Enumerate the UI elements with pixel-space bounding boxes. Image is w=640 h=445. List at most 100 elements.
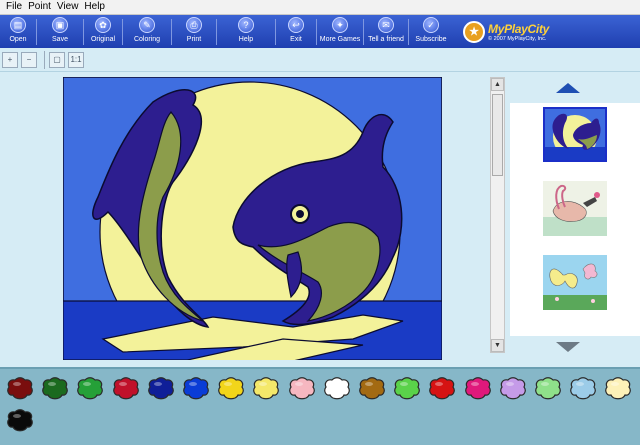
color-swatch[interactable] — [41, 377, 69, 401]
paint-blob-icon — [7, 377, 33, 400]
coloring-button[interactable]: ✎ Coloring — [123, 15, 171, 48]
tell-a-friend-button[interactable]: ✉ Tell a friend — [364, 15, 408, 48]
canvas-scrollbar[interactable]: ▲ ▼ — [490, 77, 505, 353]
color-swatch[interactable] — [147, 377, 175, 401]
toolbar-button-label: Subscribe — [415, 36, 447, 43]
logo-name: MyPlayCity — [488, 21, 550, 36]
color-swatch[interactable] — [428, 377, 456, 401]
thumb-flamingo[interactable] — [543, 181, 607, 236]
zoom-toolbar: + − ▢ 1:1 — [0, 48, 640, 72]
fit-icon[interactable]: ▢ — [49, 51, 65, 68]
paint-blob-icon — [77, 377, 104, 400]
color-swatch[interactable] — [323, 377, 351, 401]
paint-blob-icon — [323, 377, 350, 400]
thumbnails-up-arrow-icon[interactable] — [556, 83, 580, 93]
paint-blob-icon — [147, 377, 174, 400]
more-games-button[interactable]: ✦ More Games — [317, 15, 363, 48]
color-swatch[interactable] — [604, 377, 632, 401]
thumb-dolphins[interactable] — [543, 107, 607, 162]
logo-text: MyPlayCity © 2007 MyPlayCity, Inc. — [488, 22, 549, 42]
logo-badge-icon: ★ — [463, 20, 485, 43]
open-button[interactable]: ▤ Open — [0, 15, 36, 48]
actual-size-icon[interactable]: 1:1 — [68, 51, 84, 68]
folder-icon: ▤ — [10, 17, 26, 33]
paint-blob-icon — [7, 409, 33, 432]
flamingo-thumb-image — [543, 181, 607, 236]
myplaycity-logo[interactable]: ★ MyPlayCity © 2007 MyPlayCity, Inc. — [463, 15, 549, 48]
coloring-app-window: File Point View Help ▤ Open ▣ Save ✿ Original… — [0, 0, 640, 445]
paint-blob-icon — [218, 377, 244, 400]
menu-help[interactable]: Help — [81, 0, 108, 14]
color-swatch[interactable] — [569, 377, 597, 401]
color-swatch[interactable] — [76, 377, 104, 401]
coloring-canvas[interactable] — [63, 77, 442, 360]
color-swatch[interactable] — [252, 377, 280, 401]
toolbar-button-label: Tell a friend — [368, 36, 404, 43]
toolbar-button-label: Save — [52, 36, 68, 43]
right-dolphin-pupil — [296, 210, 304, 218]
paint-blob-icon — [605, 377, 632, 400]
zoom-separator — [44, 50, 45, 69]
color-swatch[interactable] — [534, 377, 562, 401]
toolbar-button-label: Exit — [290, 36, 302, 43]
brush-icon: ✎ — [139, 17, 155, 33]
color-swatch[interactable] — [393, 377, 421, 401]
zoom-out-icon[interactable]: − — [21, 51, 37, 68]
mail-icon: ✉ — [378, 17, 394, 33]
paint-blob-icon — [42, 377, 68, 400]
scroll-thumb[interactable] — [492, 94, 503, 176]
paint-blob-icon — [112, 377, 139, 400]
save-button[interactable]: ▣ Save — [37, 15, 83, 48]
paint-blob-icon — [499, 377, 526, 400]
scroll-up-arrow-icon[interactable]: ▲ — [491, 78, 504, 91]
thumbnail-list — [510, 103, 640, 336]
zoom-in-icon[interactable]: + — [2, 51, 18, 68]
paint-blob-icon — [253, 377, 280, 400]
color-swatch[interactable] — [288, 377, 316, 401]
thumb-butterfly[interactable] — [543, 255, 607, 310]
menu-view[interactable]: View — [54, 0, 82, 14]
exit-icon: ↩ — [288, 17, 304, 33]
menu-file[interactable]: File — [3, 0, 25, 14]
exit-button[interactable]: ↩ Exit — [276, 15, 316, 48]
color-swatch[interactable] — [358, 377, 386, 401]
color-swatch[interactable] — [112, 377, 140, 401]
toolbar: ▤ Open ▣ Save ✿ Original ✎ Coloring ⎙ Print? Help ↩… — [0, 15, 640, 48]
color-swatch[interactable] — [6, 409, 34, 433]
dolphin-picture[interactable] — [63, 77, 442, 360]
color-swatch[interactable] — [217, 377, 245, 401]
subscribe-button[interactable]: ✓ Subscribe — [409, 15, 453, 48]
color-swatch[interactable] — [6, 377, 34, 401]
menu-bar: File Point View Help — [0, 0, 640, 15]
print-button[interactable]: ⎙ Print — [172, 15, 216, 48]
toolbar-button-label: Open — [9, 36, 27, 43]
toolbar-button-label: Print — [186, 36, 202, 43]
picture-list-panel — [510, 77, 640, 362]
color-swatch[interactable] — [499, 377, 527, 401]
printer-icon: ⎙ — [186, 17, 202, 33]
paint-blob-icon — [464, 377, 491, 400]
toolbar-button-label: Help — [238, 36, 254, 43]
original-button[interactable]: ✿ Original — [84, 15, 122, 48]
paint-blob-icon — [394, 377, 420, 400]
dolphin-thumb-image — [545, 109, 605, 160]
paint-blob-icon — [429, 377, 456, 400]
color-swatch[interactable] — [464, 377, 492, 401]
color-swatch[interactable] — [182, 377, 210, 401]
thumbnails-down-arrow-icon[interactable] — [556, 342, 580, 352]
toolbar-button-label: More Games — [319, 36, 361, 43]
help-button[interactable]: ? Help — [217, 15, 275, 48]
scroll-down-arrow-icon[interactable]: ▼ — [491, 339, 504, 352]
disk-icon: ▣ — [52, 17, 68, 33]
games-icon: ✦ — [332, 17, 348, 33]
paint-blob-icon — [183, 377, 209, 400]
palette-icon: ✿ — [95, 17, 111, 33]
toolbar-button-label: Coloring — [133, 36, 161, 43]
subscribe-icon: ✓ — [423, 17, 439, 33]
help-icon: ? — [238, 17, 254, 33]
paint-blob-icon — [359, 377, 385, 400]
paint-blob-icon — [288, 377, 315, 400]
menu-point[interactable]: Point — [25, 0, 54, 14]
toolbar-button-label: Original — [90, 36, 116, 43]
butterfly-thumb-image — [543, 255, 607, 310]
